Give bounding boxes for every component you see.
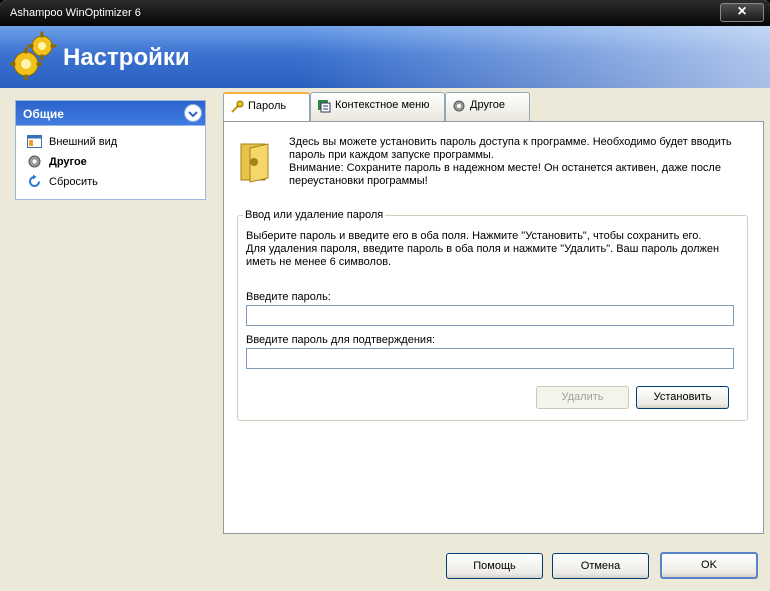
title-bar[interactable]: Ashampoo WinOptimizer 6 × [0,0,770,26]
confirm-password-label: Введите пароль для подтверждения: [246,334,436,346]
settings-window: Ashampoo WinOptimizer 6 × Настройки Общи… [0,0,770,591]
confirm-password-input[interactable] [246,348,734,369]
reset-icon [29,174,40,187]
close-button[interactable]: × [720,3,764,22]
password-groupbox: Ввод или удаление пароля Выберите пароль… [237,209,748,421]
gear-icon [453,100,465,112]
tab-context-menu[interactable]: Контекстное меню [310,92,445,122]
sidebar-header[interactable]: Общие [16,101,205,125]
tab-panel-password: Здесь вы можете установить пароль доступ… [223,121,764,534]
sidebar-list: Внешний вид Другое Сбросить [16,125,205,199]
ok-button[interactable]: OK [660,552,758,579]
sidebar-panel: Общие Внешний вид Другое Сбросить [15,100,206,200]
tab-password[interactable]: Пароль [223,92,310,123]
sidebar-item-other[interactable]: Другое [27,154,197,170]
password-label: Введите пароль: [246,291,331,303]
delete-button[interactable]: Удалить [536,386,629,409]
key-icon [231,100,244,113]
page-title: Настройки [63,44,190,71]
tab-label: Другое [470,99,505,111]
window-title: Ashampoo WinOptimizer 6 [10,7,141,19]
set-password-button[interactable]: Установить [636,386,729,409]
tab-label: Пароль [248,100,287,112]
collapse-button[interactable] [184,104,202,122]
sidebar-item-reset[interactable]: Сбросить [27,174,197,190]
help-button[interactable]: Помощь [446,553,543,579]
sidebar-item-label: Внешний вид [49,136,118,148]
password-input[interactable] [246,305,734,326]
gear-icon [28,155,41,168]
tab-label: Контекстное меню [335,99,430,111]
gears-icon [10,31,57,80]
chevron-up-icon [188,111,198,118]
sidebar-item-label: Сбросить [49,176,98,188]
sidebar-item-label: Другое [49,156,87,168]
groupbox-title: Ввод или удаление пароля [243,209,386,221]
groupbox-description: Выберите пароль и введите его в оба поля… [246,230,720,268]
password-info-text: Здесь вы можете установить пароль доступ… [289,136,732,187]
sidebar-title: Общие [23,107,64,121]
key-icon [240,143,269,183]
cancel-button[interactable]: Отмена [552,553,649,579]
tab-other[interactable]: Другое [445,92,530,122]
appearance-icon [27,135,42,148]
context-menu-icon [318,100,331,113]
sidebar-item-appearance[interactable]: Внешний вид [27,134,197,150]
